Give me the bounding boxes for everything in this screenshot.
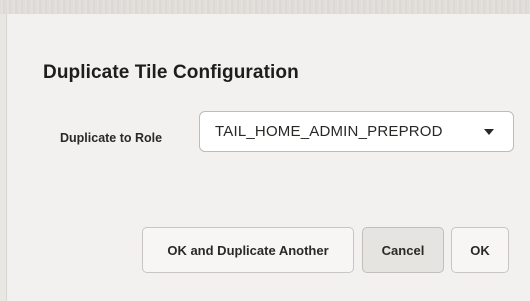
duplicate-to-role-select[interactable]: TAIL_HOME_ADMIN_PREPROD <box>199 111 514 152</box>
ok-button[interactable]: OK <box>451 227 509 273</box>
backdrop-strip <box>0 0 530 14</box>
caret-down-icon[interactable] <box>484 129 494 135</box>
cancel-button[interactable]: Cancel <box>362 227 444 273</box>
ok-and-duplicate-another-button[interactable]: OK and Duplicate Another <box>142 227 354 273</box>
duplicate-to-role-label: Duplicate to Role <box>60 131 163 145</box>
dialog-title: Duplicate Tile Configuration <box>43 62 299 83</box>
select-value: TAIL_HOME_ADMIN_PREPROD <box>215 123 443 140</box>
duplicate-tile-dialog: Duplicate Tile Configuration Duplicate t… <box>6 14 530 301</box>
